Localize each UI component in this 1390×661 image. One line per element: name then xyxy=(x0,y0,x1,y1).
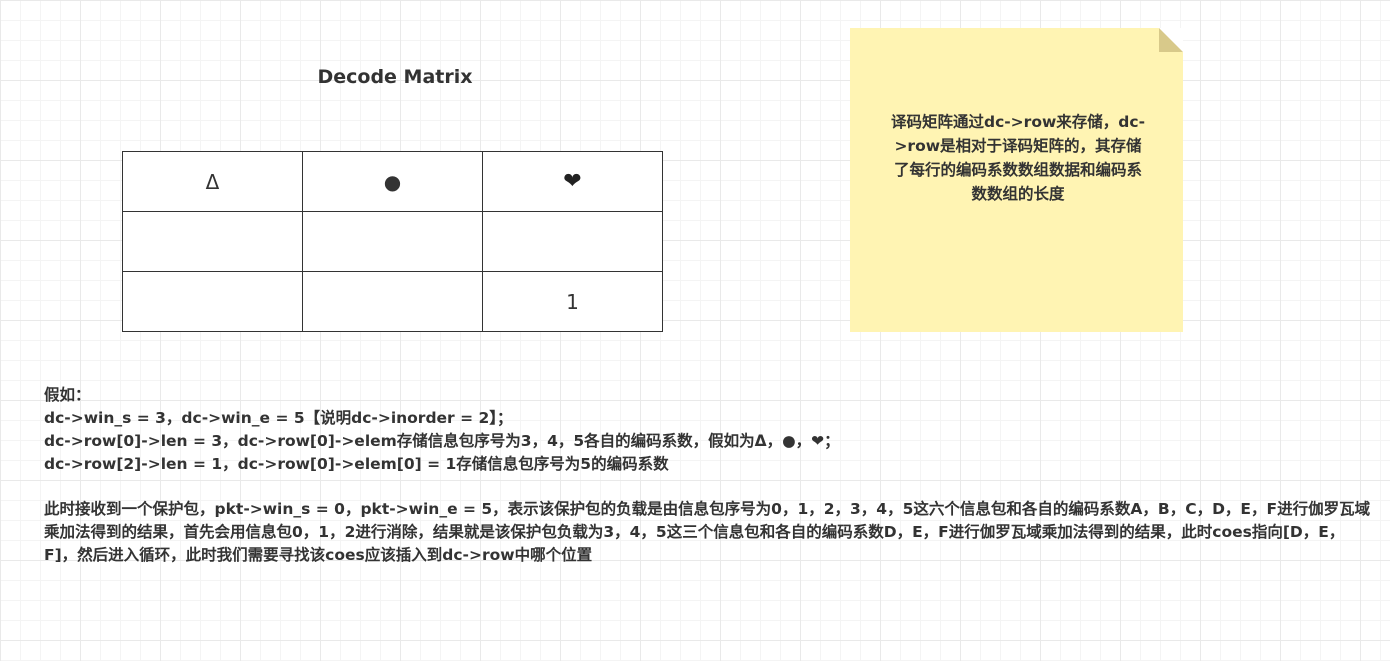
decode-matrix-table: Δ ● ❤ 1 xyxy=(122,151,663,332)
sticky-note: 译码矩阵通过dc->row来存储，dc->row是相对于译码矩阵的，其存储了每行… xyxy=(850,28,1183,332)
matrix-cell-dot: ● xyxy=(302,151,483,212)
explanation-line: 假如： xyxy=(44,386,91,404)
explanation-paragraph: 此时接收到一个保护包，pkt->win_s = 0，pkt->win_e = 5… xyxy=(44,500,1371,564)
matrix-cell-heart: ❤ xyxy=(482,151,663,212)
explanation-line: dc->row[0]->len = 3，dc->row[0]->elem存储信息… xyxy=(44,432,840,450)
note-corner-fold xyxy=(1159,28,1183,52)
matrix-cell-one: 1 xyxy=(482,271,663,332)
explanation-line: dc->row[2]->len = 1，dc->row[0]->elem[0] … xyxy=(44,455,669,473)
matrix-cell-empty xyxy=(122,211,303,272)
matrix-cell-empty xyxy=(302,271,483,332)
matrix-cell-empty xyxy=(122,271,303,332)
matrix-row-0: Δ ● ❤ xyxy=(122,151,663,212)
explanation-text-block: 假如： dc->win_s = 3，dc->win_e = 5【说明dc->in… xyxy=(44,384,1380,567)
matrix-cell-delta: Δ xyxy=(122,151,303,212)
matrix-cell-empty xyxy=(302,211,483,272)
matrix-cell-empty xyxy=(482,211,663,272)
explanation-line: dc->win_s = 3，dc->win_e = 5【说明dc->inorde… xyxy=(44,409,513,427)
sticky-note-text: 译码矩阵通过dc->row来存储，dc->row是相对于译码矩阵的，其存储了每行… xyxy=(890,113,1146,203)
matrix-row-1 xyxy=(122,211,663,272)
diagram-title: Decode Matrix xyxy=(317,66,473,88)
matrix-row-2: 1 xyxy=(122,271,663,332)
